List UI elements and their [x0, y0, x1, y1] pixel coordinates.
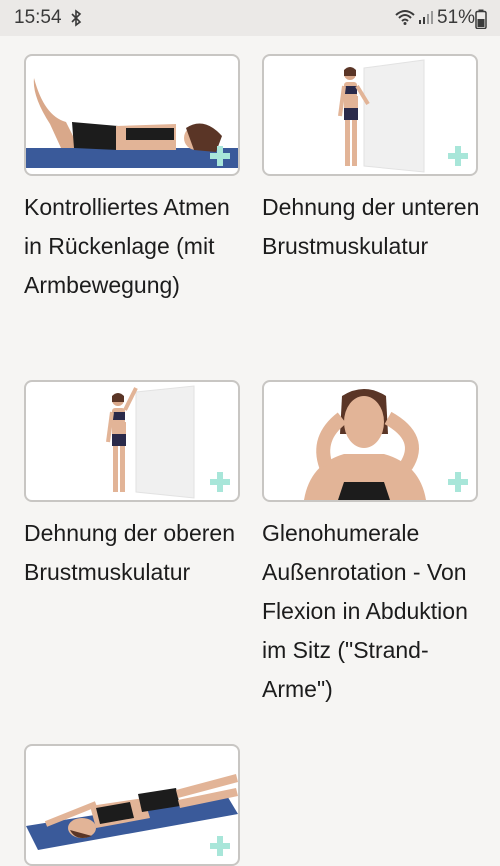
add-icon[interactable]: [448, 146, 468, 166]
exercise-thumbnail: [24, 744, 240, 866]
exercise-title: Dehnung der oberen Brustmuskulatur: [24, 520, 235, 585]
battery-percent: 51%: [437, 7, 476, 28]
add-icon[interactable]: [210, 146, 230, 166]
exercise-image-upper-chest: [106, 385, 195, 499]
status-time: 15:54: [14, 7, 62, 28]
add-icon[interactable]: [448, 472, 468, 492]
add-icon[interactable]: [210, 836, 230, 856]
exercise-image-breathing: [26, 78, 238, 168]
exercise-thumbnail: [24, 380, 240, 502]
exercise-image-lower-chest: [338, 59, 425, 173]
signal-icon: [419, 11, 433, 24]
exercise-thumbnail: [262, 54, 478, 176]
exercise-title: Kontrolliertes Atmen in Rückenlage (mit …: [24, 194, 230, 298]
exercise-title: Glenohumerale Außenrotation - Von Flexio…: [262, 520, 468, 702]
status-bar: 15:54 51%: [0, 0, 500, 36]
exercise-image-glenohumeral: [304, 389, 426, 500]
add-icon[interactable]: [210, 472, 230, 492]
bluetooth-icon: [71, 9, 82, 27]
battery-icon: [475, 9, 487, 29]
wifi-icon: [395, 10, 415, 25]
exercise-title: Dehnung der unteren Brustmuskulatur: [262, 194, 480, 259]
exercise-thumbnail: [24, 54, 240, 176]
exercise-thumbnail: [262, 380, 478, 502]
exercise-image-lying: [26, 774, 238, 850]
